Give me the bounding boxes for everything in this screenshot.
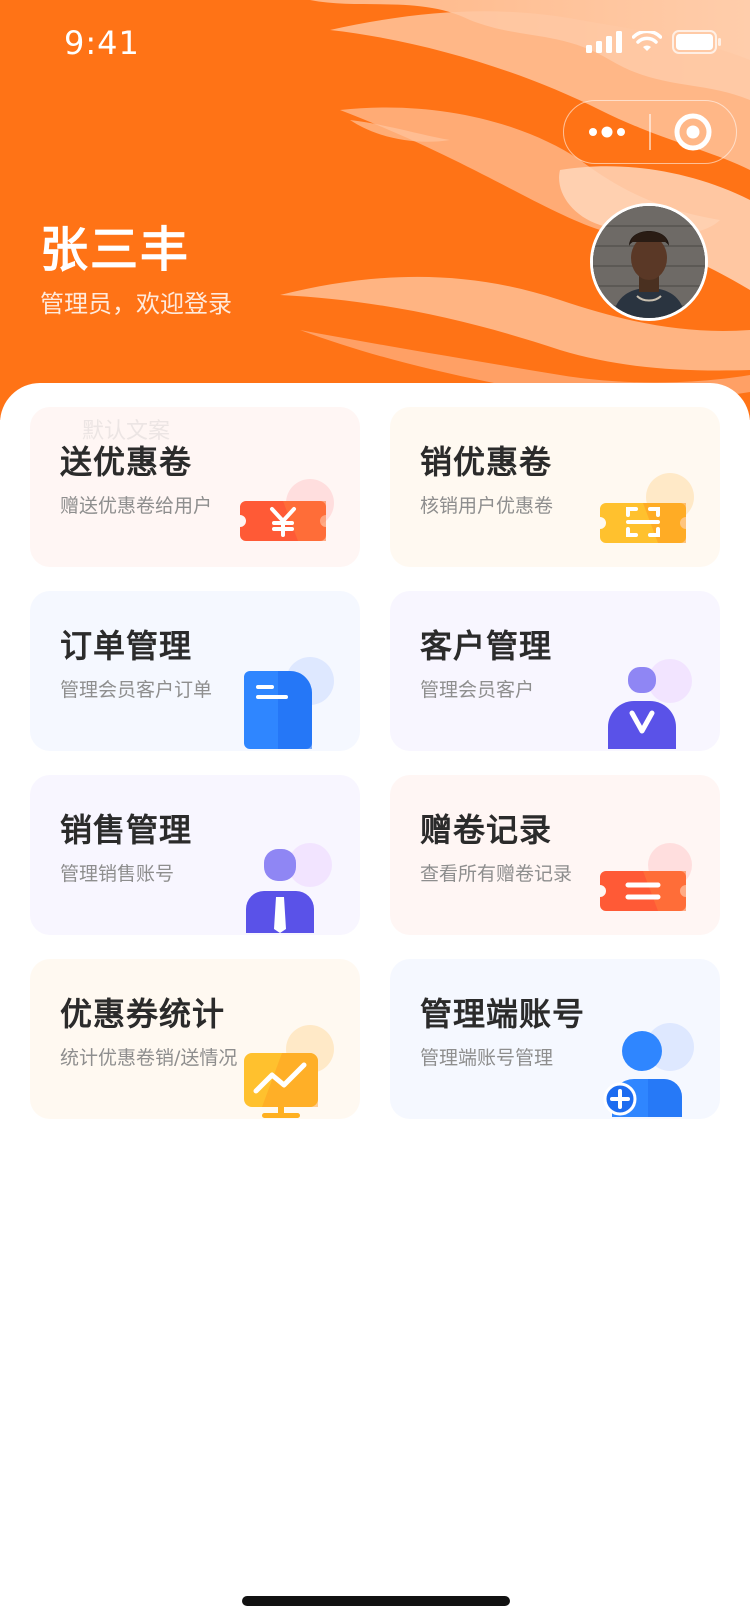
status-bar: 9:41 <box>0 0 750 88</box>
profile-header: 9:41 张三丰 管理员，欢迎登录 <box>0 0 750 420</box>
card-desc: 查看所有赠卷记录 <box>420 863 573 885</box>
customer-icon <box>608 659 692 749</box>
document-icon <box>244 657 334 749</box>
card-title: 送优惠卷 <box>60 443 193 481</box>
card-coupon-statistics[interactable]: 优惠券统计 统计优惠卷销/送情况 <box>30 959 360 1119</box>
card-title: 赠卷记录 <box>420 811 553 849</box>
card-customer-management[interactable]: 客户管理 管理会员客户 <box>390 591 720 751</box>
card-desc: 核销用户优惠卷 <box>420 495 554 517</box>
card-title: 优惠券统计 <box>60 995 226 1033</box>
card-title: 订单管理 <box>60 627 193 665</box>
coupon-record-icon <box>600 843 692 911</box>
card-order-management[interactable]: 订单管理 管理会员客户订单 <box>30 591 360 751</box>
status-time: 9:41 <box>64 24 140 62</box>
yuan-ticket-icon <box>240 479 334 541</box>
user-name: 张三丰 <box>40 222 191 278</box>
battery-icon <box>672 30 721 54</box>
card-admin-accounts[interactable]: 管理端账号 管理端账号管理 <box>390 959 720 1119</box>
avatar-photo <box>593 206 705 318</box>
card-desc: 管理端账号管理 <box>420 1047 554 1069</box>
more-button[interactable] <box>564 101 649 163</box>
cellular-signal-icon <box>586 31 622 53</box>
card-send-coupon[interactable]: 默认文案 送优惠卷 赠送优惠卷给用户 <box>30 407 360 567</box>
card-redeem-coupon[interactable]: 销优惠卷 核销用户优惠卷 <box>390 407 720 567</box>
card-desc: 管理销售账号 <box>60 863 175 885</box>
main-panel: 默认文案 送优惠卷 赠送优惠卷给用户 销优惠卷 核销用户优惠卷 订单管理 管理会… <box>0 383 750 1624</box>
card-coupon-records[interactable]: 赠卷记录 查看所有赠卷记录 <box>390 775 720 935</box>
wifi-icon <box>632 31 662 51</box>
card-title: 销优惠卷 <box>420 443 553 481</box>
target-circle-icon <box>674 113 712 151</box>
card-desc: 管理会员客户订单 <box>60 679 213 701</box>
add-account-icon <box>603 1023 694 1117</box>
welcome-text: 管理员，欢迎登录 <box>40 290 232 318</box>
salesperson-icon <box>246 843 332 933</box>
more-dots-icon <box>588 126 625 138</box>
card-desc: 赠送优惠卷给用户 <box>60 495 213 517</box>
card-sales-management[interactable]: 销售管理 管理销售账号 <box>30 775 360 935</box>
status-icons <box>586 30 722 54</box>
home-indicator <box>242 1596 510 1606</box>
close-miniprogram-button[interactable] <box>651 101 736 163</box>
card-desc: 管理会员客户 <box>420 679 535 701</box>
card-desc: 统计优惠卷销/送情况 <box>60 1047 238 1069</box>
miniprogram-capsule <box>563 100 737 164</box>
card-title: 客户管理 <box>420 627 553 665</box>
avatar[interactable] <box>590 203 708 321</box>
card-title: 销售管理 <box>60 811 193 849</box>
scan-ticket-icon <box>600 473 694 543</box>
statistics-chart-icon <box>244 1025 334 1118</box>
card-title: 管理端账号 <box>420 995 586 1033</box>
